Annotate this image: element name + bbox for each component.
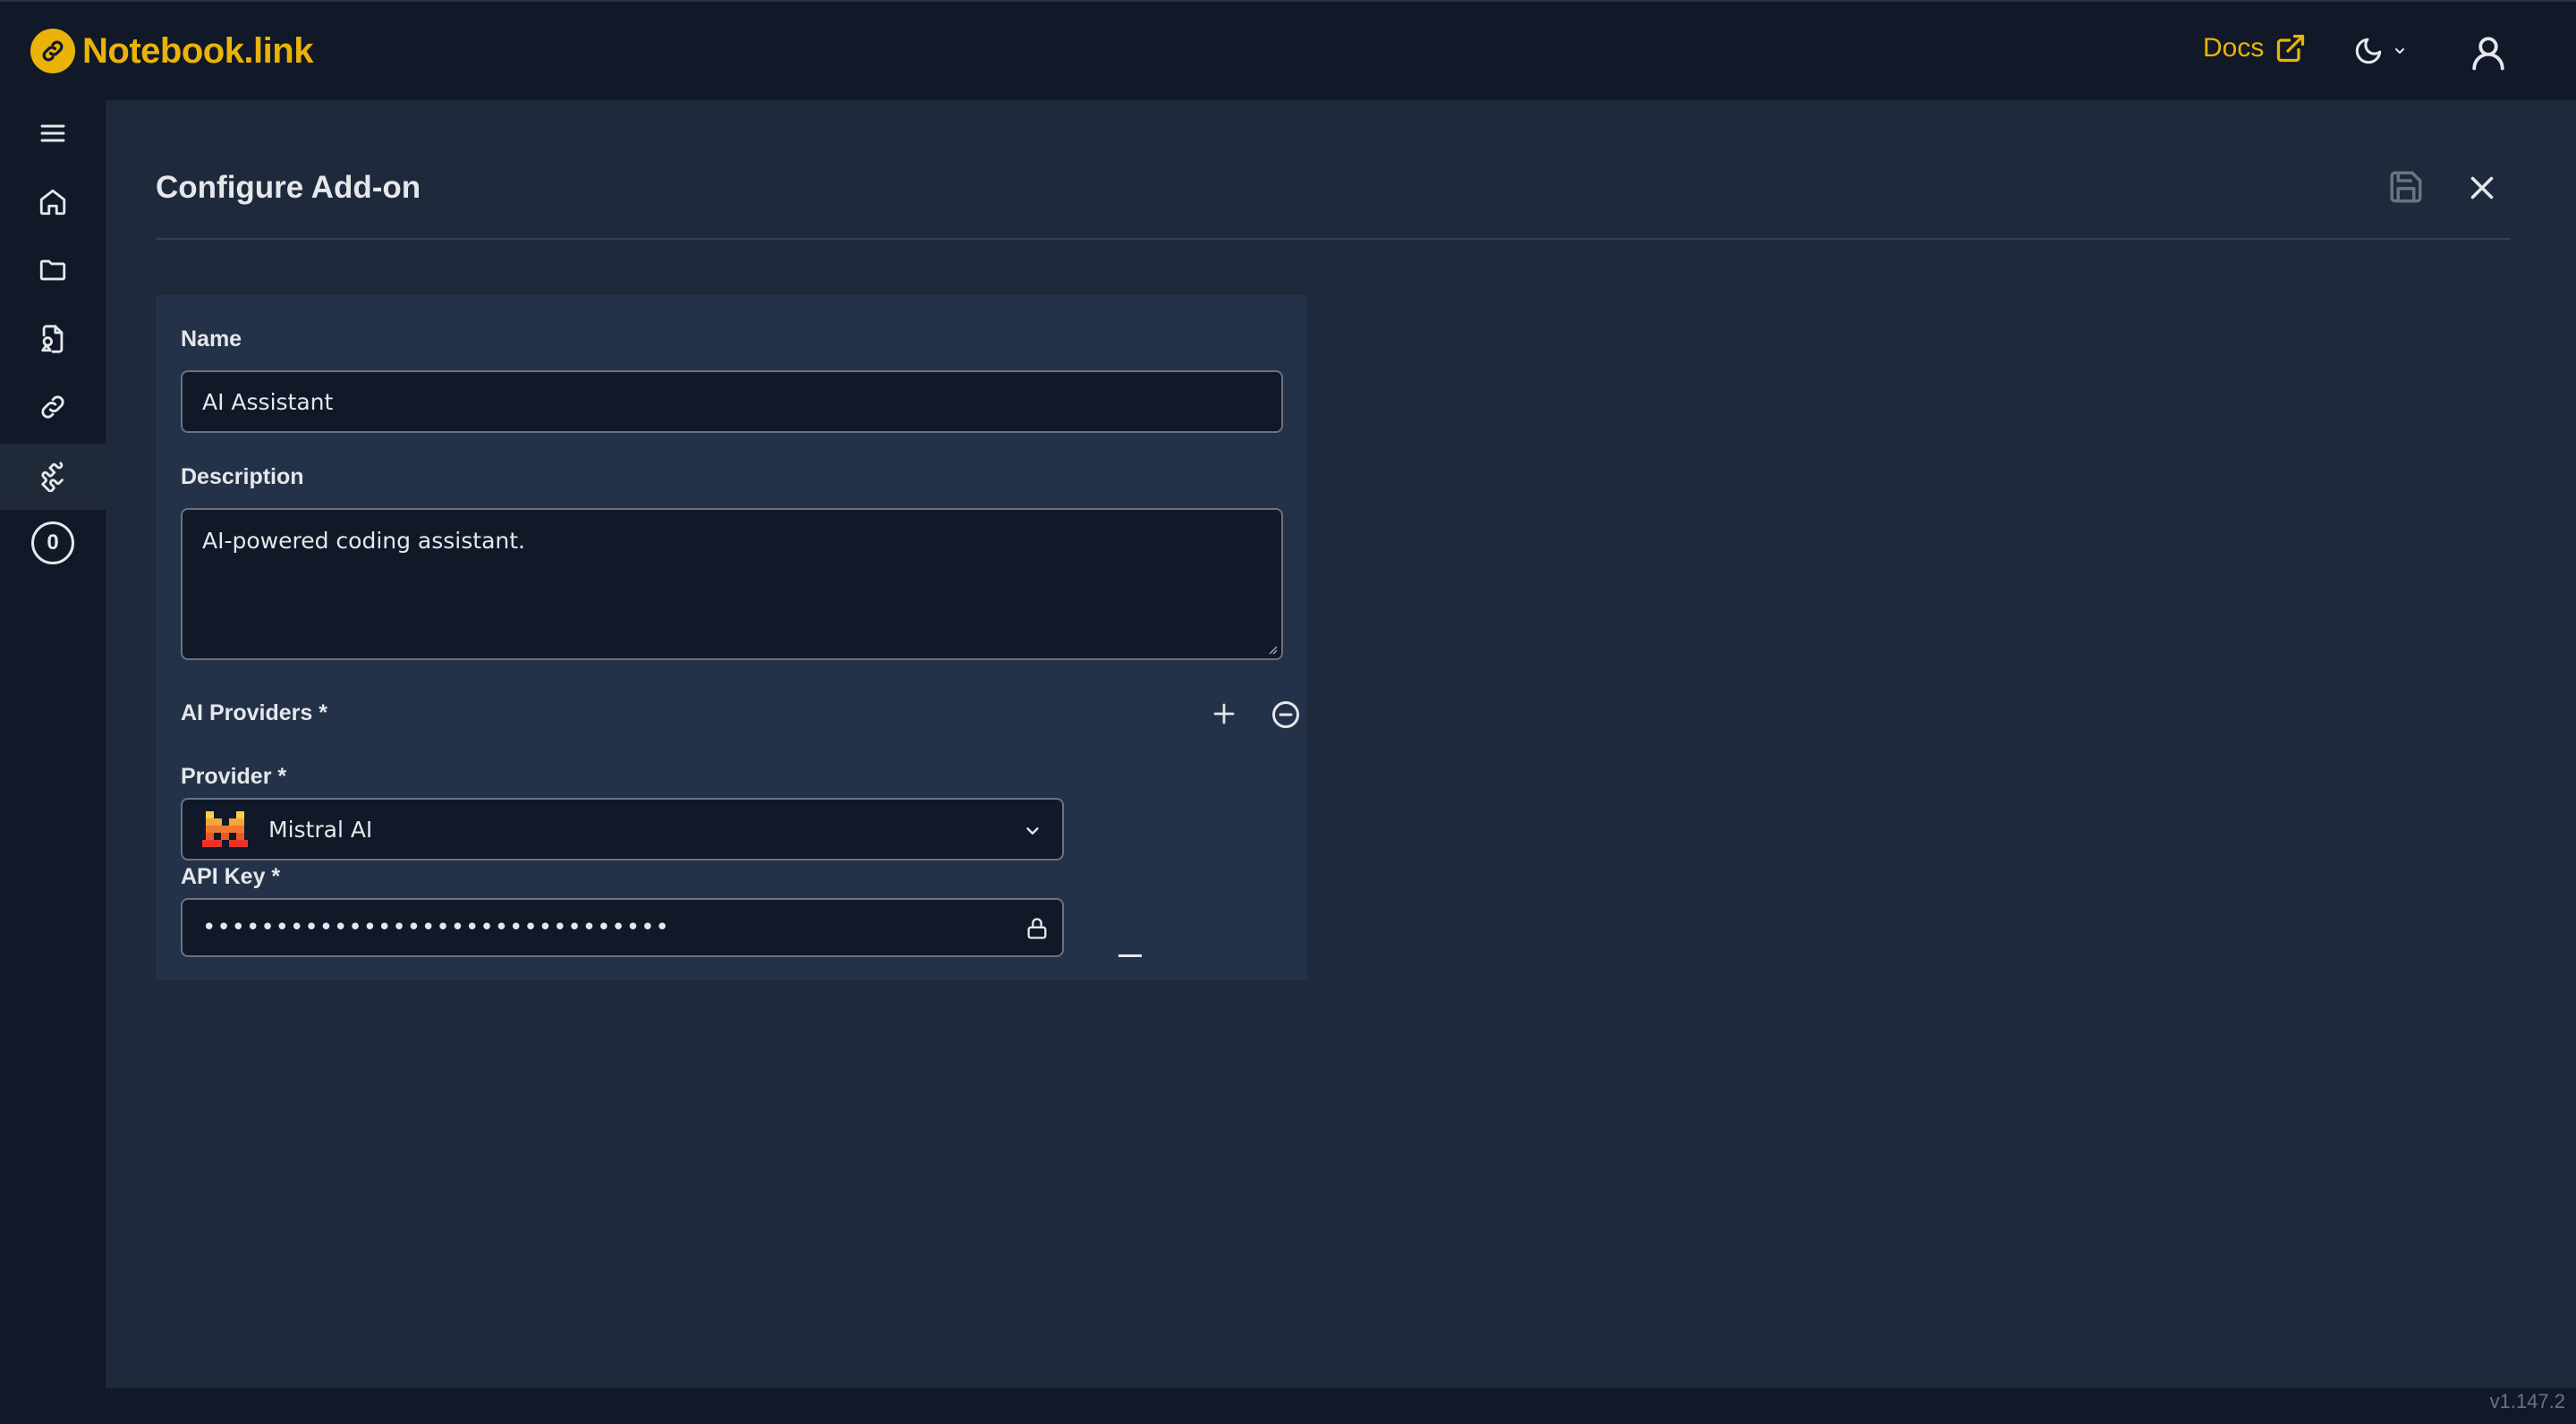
docs-link[interactable]: Docs	[2203, 32, 2307, 64]
chevron-down-icon	[1026, 827, 1039, 835]
close-icon	[2470, 176, 2494, 199]
sidebar-item-addons[interactable]	[0, 444, 106, 510]
app-version: v1.147.2	[2489, 1390, 2565, 1412]
page-title: Configure Add-on	[156, 170, 421, 205]
link-icon	[41, 395, 64, 419]
name-input[interactable]: AI Assistant	[181, 370, 1283, 433]
menu-icon	[40, 124, 65, 142]
name-label: Name	[181, 326, 242, 352]
footer	[0, 1388, 2576, 1424]
description-label: Description	[181, 464, 304, 489]
save-icon	[2390, 171, 2422, 203]
home-icon	[39, 189, 66, 216]
save-button[interactable]	[2387, 168, 2425, 210]
counter-badge: 0	[31, 521, 74, 564]
description-textarea[interactable]: AI-powered coding assistant.	[181, 508, 1283, 660]
api-key-value: ••••••••••••••••••••••••••••••••	[202, 914, 670, 941]
ai-providers-label: AI Providers *	[181, 700, 327, 725]
file-shapes-icon	[41, 325, 64, 353]
chevron-down-icon	[2395, 48, 2404, 54]
main-content: Configure Add-on Name AI Assistant Descr…	[106, 100, 2576, 1388]
external-link-icon	[2277, 34, 2305, 63]
puzzle-icon	[41, 462, 64, 492]
minus-circle-icon	[1272, 701, 1299, 728]
user-icon	[2472, 37, 2504, 71]
sidebar-item-counter[interactable]: 0	[0, 510, 106, 576]
folder-icon	[39, 259, 66, 281]
theme-toggle[interactable]	[2353, 36, 2407, 66]
remove-provider-button[interactable]	[1115, 946, 1145, 964]
link-logo-icon	[30, 29, 75, 73]
moon-icon	[2355, 38, 2382, 64]
sidebar-item-links[interactable]	[0, 374, 106, 440]
docs-label: Docs	[2203, 33, 2265, 63]
user-profile-button[interactable]	[2470, 34, 2507, 76]
plus-icon	[1213, 703, 1235, 725]
lock-icon[interactable]	[1024, 916, 1050, 941]
add-provider-button[interactable]	[1208, 698, 1240, 730]
addon-config-form: Name AI Assistant Description AI-powered…	[156, 295, 1307, 980]
provider-label: Provider *	[181, 764, 287, 789]
sidebar: 0	[0, 100, 106, 1388]
sidebar-item-menu[interactable]	[0, 100, 106, 166]
top-bar: Notebook.link Docs	[0, 0, 2576, 100]
minus-icon	[1118, 954, 1142, 957]
provider-select[interactable]: Mistral AI	[181, 798, 1064, 860]
provider-value: Mistral AI	[268, 816, 373, 843]
sidebar-item-files[interactable]	[0, 237, 106, 303]
description-text: AI-powered coding assistant.	[202, 528, 525, 554]
remove-all-providers-button[interactable]	[1269, 698, 1303, 732]
header-divider	[156, 238, 2511, 240]
api-key-input[interactable]: ••••••••••••••••••••••••••••••••	[181, 898, 1064, 957]
close-button[interactable]	[2466, 172, 2498, 208]
mistral-logo-icon	[202, 811, 248, 847]
app-logo[interactable]: Notebook.link	[30, 29, 313, 73]
app-name: Notebook.link	[82, 30, 313, 71]
resize-handle-icon[interactable]	[1267, 644, 1278, 655]
sidebar-item-notebooks[interactable]	[0, 306, 106, 372]
sidebar-item-home[interactable]	[0, 169, 106, 235]
api-key-label: API Key *	[181, 864, 281, 889]
